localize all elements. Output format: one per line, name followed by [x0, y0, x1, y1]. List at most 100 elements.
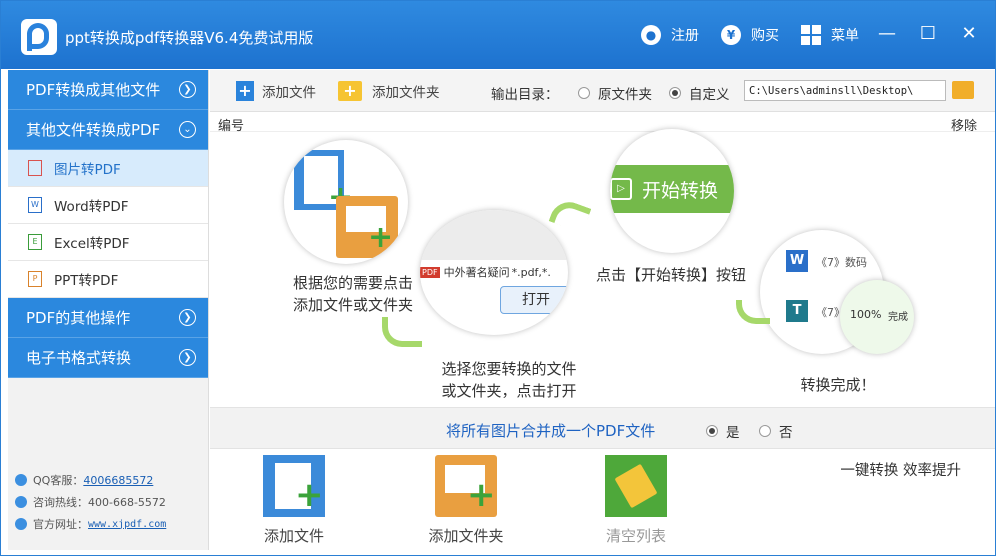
person-icon [15, 496, 27, 508]
file-list-header: 编号 移除 [210, 112, 995, 134]
clear-list-label: 清空列表 [605, 527, 666, 545]
bottom-add-file-label: 添加文件 [263, 527, 324, 545]
step4-text: 转换完成！ [800, 376, 876, 394]
progress-done: 完成 [888, 312, 908, 323]
chevron-right-icon: ❯ [179, 349, 196, 366]
add-folder-icon: + [435, 455, 497, 517]
merge-bar: 将所有图片合并成一个PDF文件 是 否 [210, 407, 995, 449]
user-icon: ● [641, 25, 661, 45]
grid-menu-icon [801, 25, 821, 45]
word-icon: W [786, 250, 808, 272]
sidebar-cat-pdf-other-ops[interactable]: PDF的其他操作 ❯ [8, 298, 208, 338]
cat-label: PDF转换成其他文件 [26, 81, 161, 99]
close-button[interactable]: ✕ [959, 23, 979, 45]
add-file-icon: + [263, 455, 325, 517]
step3-text: 点击【开始转换】按钮 [595, 266, 746, 284]
clear-list-button[interactable]: 清空列表 [576, 455, 696, 546]
bottom-actions: + 添加文件 + 添加文件夹 清空列表 一键转换 效率提升 [210, 449, 995, 550]
step2-illustration: PDF 中外著名疑问 *.pdf,*. 打开 [420, 210, 568, 335]
menu-button[interactable]: 菜单 [801, 23, 859, 47]
add-folder-label: 添加文件夹 [372, 85, 440, 101]
play-icon: ▷ [610, 178, 632, 200]
ie-icon [15, 518, 27, 530]
demo-open-button: 打开 [500, 286, 568, 314]
maximize-button[interactable]: ☐ [918, 23, 938, 45]
app-title: ppt转换成pdf转换器V6.4免费试用版 [65, 29, 314, 47]
add-folder-icon: + [338, 81, 362, 101]
sidebar-cat-pdf-to-other[interactable]: PDF转换成其他文件 ❯ [8, 70, 208, 110]
word-file-icon: W [28, 197, 42, 213]
qq-label: QQ客服： [33, 474, 84, 487]
toolbar: + 添加文件 + 添加文件夹 输出目录： 原文件夹 自定义 [210, 70, 995, 112]
bottom-add-folder-label: 添加文件夹 [428, 527, 504, 545]
chevron-right-icon: ❯ [179, 81, 196, 98]
output-dir-label: 输出目录： [491, 87, 559, 103]
doc-icon: T [786, 300, 808, 322]
qq-icon [15, 474, 27, 486]
bottom-add-folder-button[interactable]: + 添加文件夹 [406, 455, 526, 546]
menu-label: 菜单 [831, 28, 859, 44]
chevron-right-icon: ❯ [179, 309, 196, 326]
radio-label: 原文件夹 [598, 87, 652, 103]
app-logo-icon [21, 19, 57, 55]
output-path-input[interactable] [744, 80, 946, 101]
radio-source-folder[interactable]: 原文件夹 [578, 83, 652, 103]
sidebar-cat-ebook[interactable]: 电子书格式转换 ❯ [8, 338, 208, 378]
sidebar-cat-other-to-pdf[interactable]: 其他文件转换成PDF ⌄ [8, 110, 208, 150]
step3-illustration: ▷ 开始转换 [610, 129, 734, 253]
buy-label: 购买 [751, 28, 779, 44]
sidebar-item-excel-to-pdf[interactable]: E Excel转PDF [8, 224, 208, 261]
item-label: Word转PDF [54, 199, 129, 215]
radio-label: 自定义 [689, 87, 730, 103]
item-label: 图片转PDF [54, 162, 121, 178]
merge-no-radio[interactable]: 否 [759, 421, 793, 441]
demo-start-button: ▷ 开始转换 [610, 165, 734, 213]
radio-icon [759, 425, 771, 437]
arrow-icon [736, 300, 770, 324]
add-file-icon: + [236, 81, 254, 101]
item-label: PPT转PDF [54, 273, 119, 289]
cat-label: PDF的其他操作 [26, 309, 131, 327]
cat-label: 其他文件转换成PDF [26, 121, 161, 139]
pdf-badge: PDF [420, 266, 440, 278]
demo-file-ext: *.pdf,*. [511, 265, 551, 279]
register-label: 注册 [671, 28, 699, 44]
radio-label: 是 [726, 425, 740, 441]
add-folder-button[interactable]: + 添加文件夹 [338, 81, 440, 101]
radio-label: 否 [779, 425, 793, 441]
radio-checked-icon [669, 87, 681, 99]
add-file-button[interactable]: + 添加文件 [236, 81, 316, 101]
folder-icon: + [336, 196, 398, 258]
sidebar-item-ppt-to-pdf[interactable]: P PPT转PDF [8, 261, 208, 298]
title-bar: ppt转换成pdf转换器V6.4免费试用版 ● 注册 ¥ 购买 菜单 — ☐ ✕ [1, 1, 995, 69]
buy-button[interactable]: ¥ 购买 [721, 23, 779, 47]
hotline-value: 400-668-5572 [88, 495, 166, 509]
register-button[interactable]: ● 注册 [641, 23, 699, 47]
progress-value: 100% [850, 308, 882, 321]
arrow-icon [382, 317, 422, 347]
qq-link[interactable]: 4006685572 [83, 474, 153, 487]
minimize-button[interactable]: — [877, 23, 897, 45]
progress-circle: 100% 完成 [840, 280, 914, 354]
slogan: 一键转换 效率提升 [840, 463, 961, 479]
merge-label: 将所有图片合并成一个PDF文件 [446, 422, 656, 440]
sidebar-item-image-to-pdf[interactable]: 图片转PDF [8, 150, 208, 187]
add-file-label: 添加文件 [262, 85, 316, 101]
merge-yes-radio[interactable]: 是 [706, 421, 740, 441]
ppt-file-icon: P [28, 271, 42, 287]
broom-icon [605, 455, 667, 517]
item-label: Excel转PDF [54, 236, 130, 252]
step1-illustration: + + [284, 140, 408, 264]
image-file-icon [28, 160, 42, 176]
browse-folder-icon[interactable] [952, 81, 974, 99]
hotline-label: 咨询热线： [33, 496, 88, 509]
bottom-add-file-button[interactable]: + 添加文件 [234, 455, 354, 546]
doc1-name: 《7》数码 [816, 256, 867, 269]
site-link[interactable]: www.xjpdf.com [88, 519, 166, 530]
site-label: 官方网址： [33, 518, 88, 531]
guide-area: + + 根据您的需要点击 添加文件或文件夹 PDF 中外著名疑问 *.pdf,*… [210, 129, 995, 407]
radio-custom[interactable]: 自定义 [669, 83, 730, 103]
radio-checked-icon [706, 425, 718, 437]
sidebar-item-word-to-pdf[interactable]: W Word转PDF [8, 187, 208, 224]
contact-info: QQ客服： 4006685572 咨询热线： 400-668-5572 官方网址： w… [15, 469, 166, 535]
